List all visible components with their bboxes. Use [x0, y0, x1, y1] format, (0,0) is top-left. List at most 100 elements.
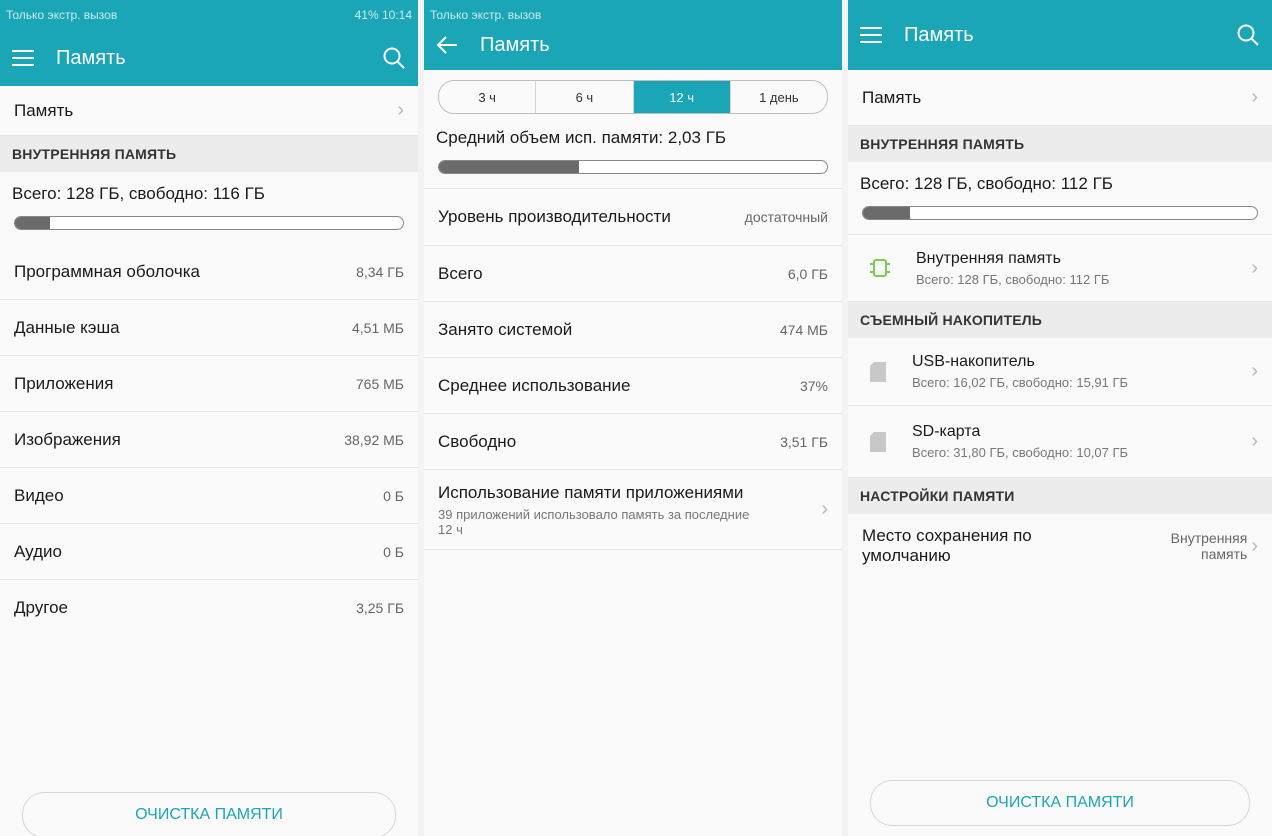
item-value: 765 МБ — [355, 375, 404, 392]
app-memory-usage-subtitle: 39 приложений использовало память за пос… — [438, 506, 750, 537]
storage-total: Всего: 128 ГБ, свободно: 116 ГБ — [12, 184, 265, 203]
item-label: Видео — [14, 485, 64, 505]
default-location-row[interactable]: Место сохранения по умолчанию Внутренняя… — [848, 514, 1272, 578]
usb-storage-row[interactable]: USB-накопитель Всего: 16,02 ГБ, свободно… — [848, 338, 1272, 406]
chevron-right-icon: › — [821, 498, 828, 520]
status-carrier: Только экстр. вызов — [6, 8, 118, 22]
app-bar: Память — [848, 0, 1272, 70]
memory-row-label: Память — [14, 100, 74, 120]
list-item: Среднее использование 37% — [424, 358, 842, 414]
item-label: Аудио — [14, 541, 62, 561]
item-label: Приложения — [14, 373, 114, 393]
storage-usage-fill — [863, 207, 911, 219]
sd-card-icon — [870, 361, 886, 382]
app-bar: Память — [0, 30, 418, 86]
item-value: 0 Б — [383, 487, 404, 504]
item-value: 8,34 ГБ — [356, 263, 404, 280]
page-title: Память — [904, 23, 974, 46]
section-storage-settings: НАСТРОЙКИ ПАМЯТИ — [848, 478, 1272, 514]
list-item[interactable]: Видео 0 Б — [0, 468, 418, 524]
tab-12h[interactable]: 12 ч — [633, 81, 731, 113]
app-memory-usage-row[interactable]: Использование памяти приложениями 39 при… — [424, 470, 842, 550]
chip-icon — [870, 257, 890, 279]
storage-screen-3: Память Память › ВНУТРЕННЯЯ ПАМЯТЬ Всего:… — [848, 0, 1272, 836]
item-label: Уровень производительности — [438, 207, 671, 226]
memory-row[interactable]: Память › — [0, 86, 418, 136]
sd-card-details: Всего: 31,80 ГБ, свободно: 10,07 ГБ — [912, 445, 1129, 460]
list-item[interactable]: Изображения 38,92 МБ — [0, 412, 418, 468]
list-item[interactable]: Аудио 0 Б — [0, 524, 418, 580]
default-location-label: Место сохранения по умолчанию — [862, 526, 1032, 565]
list-item[interactable]: Другое 3,25 ГБ — [0, 580, 418, 636]
chevron-right-icon: › — [1251, 256, 1258, 279]
list-item: Всего 6,0 ГБ — [424, 246, 842, 302]
storage-usage-fill — [15, 217, 50, 229]
storage-usage-bar — [14, 216, 404, 230]
chevron-right-icon: › — [397, 99, 404, 121]
clean-memory-button[interactable]: ОЧИСТКА ПАМЯТИ — [870, 780, 1250, 826]
list-item: Уровень производительности достаточный — [424, 188, 842, 246]
status-battery-time: 41% 10:14 — [354, 8, 412, 22]
status-carrier: Только экстр. вызов — [430, 8, 542, 22]
storage-screen-1: Только экстр. вызов 41% 10:14 Память Пам… — [0, 0, 418, 836]
menu-icon[interactable] — [860, 26, 882, 44]
storage-breakdown-list: Программная оболочка 8,34 ГБ Данные кэша 4… — [0, 244, 418, 636]
internal-storage-details: Всего: 128 ГБ, свободно: 112 ГБ — [916, 271, 1110, 287]
list-item[interactable]: Программная оболочка 8,34 ГБ — [0, 244, 418, 300]
section-internal-storage: ВНУТРЕННЯЯ ПАМЯТЬ — [848, 126, 1272, 162]
back-arrow-icon[interactable] — [436, 35, 458, 55]
sd-card-row[interactable]: SD-карта Всего: 31,80 ГБ, свободно: 10,0… — [848, 406, 1272, 478]
memory-usage-fill — [439, 161, 579, 173]
average-memory-usage: Средний объем исп. памяти: 2,03 ГБ — [436, 128, 727, 147]
storage-usage-bar — [862, 206, 1258, 220]
app-bar: Память — [424, 20, 842, 70]
list-item[interactable]: Данные кэша 4,51 МБ — [0, 300, 418, 356]
item-label: Другое — [14, 598, 69, 617]
item-value: 3,25 ГБ — [356, 600, 404, 616]
item-value: 6,0 ГБ — [787, 265, 828, 282]
item-value: 4,51 МБ — [352, 319, 404, 336]
tab-1day[interactable]: 1 день — [731, 81, 827, 113]
menu-icon[interactable] — [12, 49, 34, 67]
item-value: достаточный — [744, 209, 828, 225]
search-icon[interactable] — [1236, 23, 1260, 47]
list-item: Занято системой 474 МБ — [424, 302, 842, 358]
tab-3h[interactable]: 3 ч — [439, 81, 537, 113]
item-label: Изображения — [14, 429, 121, 449]
sd-card-name: SD-карта — [912, 423, 981, 440]
chevron-right-icon: › — [1251, 86, 1258, 108]
memory-row[interactable]: Память › — [848, 70, 1272, 126]
item-value: 0 Б — [383, 543, 404, 560]
list-item[interactable]: Приложения 765 МБ — [0, 356, 418, 412]
list-item: Свободно 3,51 ГБ — [424, 414, 842, 470]
app-memory-usage-title: Использование памяти приложениями — [438, 482, 744, 502]
internal-storage-row[interactable]: Внутренняя память Всего: 128 ГБ, свободн… — [848, 234, 1272, 302]
sd-card-icon — [870, 431, 886, 452]
item-label: Данные кэша — [14, 317, 120, 337]
section-removable-storage: СЪЕМНЫЙ НАКОПИТЕЛЬ — [848, 302, 1272, 338]
chevron-right-icon: › — [1251, 430, 1258, 452]
storage-screen-2: Только экстр. вызов Память 3 ч 6 ч 12 ч … — [424, 0, 842, 836]
usb-storage-name: USB-накопитель — [912, 353, 1035, 370]
item-label: Занято системой — [438, 319, 573, 339]
item-label: Программная оболочка — [14, 261, 200, 281]
memory-usage-bar — [438, 160, 828, 174]
item-value: 3,51 ГБ — [780, 433, 828, 450]
internal-storage-name: Внутренняя память — [916, 249, 1061, 267]
status-bar: Только экстр. вызов 41% 10:14 — [0, 0, 418, 30]
item-value: 474 МБ — [779, 321, 828, 338]
item-label: Всего — [438, 263, 483, 283]
page-title: Память — [56, 46, 126, 69]
search-icon[interactable] — [382, 46, 406, 70]
chevron-right-icon: › — [1251, 360, 1258, 382]
memory-row-label: Память — [862, 87, 922, 107]
usb-storage-details: Всего: 16,02 ГБ, свободно: 15,91 ГБ — [912, 375, 1129, 390]
clean-memory-button[interactable]: ОЧИСТКА ПАМЯТИ — [22, 792, 396, 836]
storage-total: Всего: 128 ГБ, свободно: 112 ГБ — [860, 174, 1113, 193]
chevron-right-icon: › — [1251, 534, 1258, 557]
item-value: 37% — [799, 377, 828, 394]
item-label: Среднее использование — [438, 375, 631, 395]
item-value: 38,92 МБ — [344, 431, 404, 448]
tab-6h[interactable]: 6 ч — [536, 81, 634, 113]
page-title: Память — [480, 33, 550, 56]
